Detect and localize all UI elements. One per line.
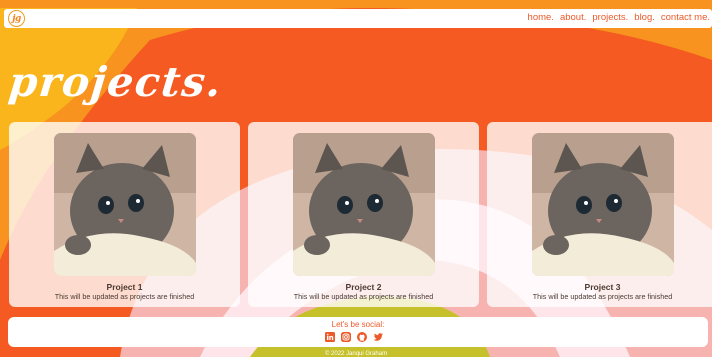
social-icons [325, 332, 383, 342]
social-label: Let's be social: [331, 320, 385, 329]
instagram-icon[interactable] [341, 332, 351, 342]
project-card-3[interactable]: Project 3 This will be updated as projec… [487, 122, 712, 307]
project-title-1: Project 1 [106, 282, 143, 292]
footer: Let's be social: [8, 317, 708, 347]
nav-link-blog[interactable]: blog. [634, 12, 655, 23]
project-card-1[interactable]: Project 1 This will be updated as projec… [9, 122, 240, 307]
nav-link-about[interactable]: about. [560, 12, 586, 23]
linkedin-icon[interactable] [325, 332, 335, 342]
navbar: jg home. about. projects. blog. contact … [4, 9, 712, 28]
project-image-3 [532, 133, 674, 276]
nav-link-contact[interactable]: contact me. [661, 12, 710, 23]
copyright: © 2022 Janqui Graham [324, 351, 388, 357]
twitter-icon[interactable] [373, 332, 383, 342]
github-icon[interactable] [357, 332, 367, 342]
nav-link-projects[interactable]: projects. [592, 12, 628, 23]
logo[interactable]: jg [8, 10, 25, 27]
project-title-3: Project 3 [584, 282, 621, 292]
project-image-2 [293, 133, 435, 276]
project-description-3: This will be updated as projects are fin… [532, 292, 673, 301]
nav-links: home. about. projects. blog. contact me. [528, 12, 710, 23]
project-description-2: This will be updated as projects are fin… [293, 292, 434, 301]
project-card-2[interactable]: Project 2 This will be updated as projec… [248, 122, 479, 307]
project-image-1 [54, 133, 196, 276]
nav-link-home[interactable]: home. [528, 12, 554, 23]
page-title: projects. [6, 58, 225, 106]
project-title-2: Project 2 [345, 282, 382, 292]
project-description-1: This will be updated as projects are fin… [54, 292, 195, 301]
